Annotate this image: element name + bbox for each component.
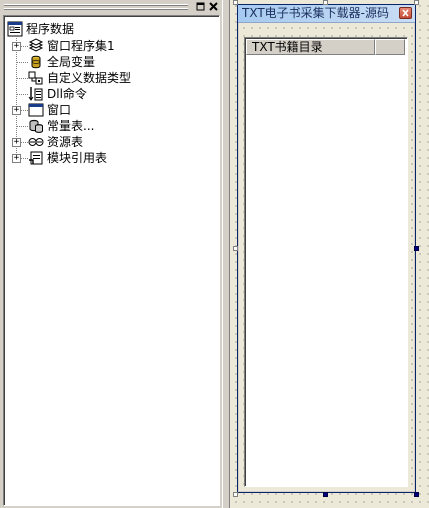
close-icon <box>209 2 218 11</box>
form-close-button[interactable] <box>399 7 412 19</box>
resize-handle[interactable] <box>414 0 419 5</box>
book-listview[interactable]: TXT书籍目录 <box>244 37 408 487</box>
tree-item-label: 自定义数据类型 <box>47 71 132 85</box>
custom-type-icon <box>28 71 43 85</box>
program-tree[interactable]: 程序数据 + 窗口程序集1 全局变量 自定义数据类型 Dll命令 + 窗口 常量… <box>3 15 220 506</box>
tree-item-resource-table[interactable]: 资源表 <box>28 134 83 150</box>
tree-item-module-reference[interactable]: 模块引用表 <box>28 150 107 166</box>
designed-form-window[interactable]: TXT电子书采集下载器-源码 TXT书籍目录 <box>237 4 416 493</box>
close-button[interactable] <box>208 1 219 12</box>
resize-handle[interactable] <box>414 246 419 251</box>
constant-table-icon <box>29 119 43 133</box>
tree-item-constant-table[interactable]: 常量表... <box>28 118 94 134</box>
expand-toggle[interactable]: + <box>12 106 21 115</box>
form-titlebar[interactable]: TXT电子书采集下载器-源码 <box>238 5 415 23</box>
tree-item-window[interactable]: 窗口 <box>28 102 71 118</box>
restore-icon <box>196 2 205 11</box>
program-tree-panel: 程序数据 + 窗口程序集1 全局变量 自定义数据类型 Dll命令 + 窗口 常量… <box>0 0 222 508</box>
tree-item-custom-type[interactable]: 自定义数据类型 <box>28 70 131 86</box>
resize-handle[interactable] <box>414 492 419 497</box>
resource-table-icon <box>28 138 44 146</box>
module-reference-icon <box>29 151 43 165</box>
tree-item-label: 常量表... <box>47 119 95 133</box>
tree-connector <box>20 110 28 111</box>
ide-workspace: 程序数据 + 窗口程序集1 全局变量 自定义数据类型 Dll命令 + 窗口 常量… <box>0 0 429 508</box>
tree-connector <box>20 46 28 47</box>
dll-command-icon <box>28 87 43 101</box>
resize-handle[interactable] <box>233 246 238 251</box>
close-icon <box>402 9 409 17</box>
panel-splitter[interactable] <box>222 0 230 508</box>
tree-connector <box>16 94 28 95</box>
resize-handle[interactable] <box>233 492 238 497</box>
tree-item-label: 窗口 <box>47 103 72 117</box>
assembly-icon <box>28 38 44 52</box>
tree-root[interactable]: 程序数据 <box>7 21 74 37</box>
tree-item-label: 模块引用表 <box>47 151 108 165</box>
tree-item-label: Dll命令 <box>47 87 87 101</box>
panel-grip[interactable] <box>4 4 188 6</box>
tree-root-label: 程序数据 <box>26 22 75 36</box>
tree-connector <box>20 158 28 159</box>
form-designer-canvas[interactable]: TXT电子书采集下载器-源码 TXT书籍目录 <box>230 0 429 508</box>
tree-item-assembly[interactable]: 窗口程序集1 <box>28 38 115 54</box>
resize-handle[interactable] <box>233 0 238 5</box>
tree-item-global-variable[interactable]: 全局变量 <box>28 54 95 70</box>
expand-toggle[interactable]: + <box>12 154 21 163</box>
tree-connector <box>20 142 28 143</box>
panel-titlebar[interactable] <box>0 0 222 14</box>
program-data-icon <box>7 21 23 37</box>
tree-item-label: 窗口程序集1 <box>47 39 115 53</box>
resize-handle[interactable] <box>323 0 328 5</box>
tree-item-label: 资源表 <box>47 135 84 149</box>
column-header-empty[interactable] <box>375 39 405 55</box>
form-title: TXT电子书采集下载器-源码 <box>242 6 390 20</box>
tree-connector <box>16 78 28 79</box>
restore-button[interactable] <box>195 1 206 12</box>
tree-item-label: 全局变量 <box>47 55 96 69</box>
window-icon <box>28 103 44 117</box>
listview-header: TXT书籍目录 <box>246 39 405 55</box>
form-client-area[interactable]: TXT书籍目录 <box>239 23 414 491</box>
expand-toggle[interactable]: + <box>12 42 21 51</box>
expand-toggle[interactable]: + <box>12 138 21 147</box>
global-variable-icon <box>31 55 41 69</box>
column-header-book-directory[interactable]: TXT书籍目录 <box>246 39 375 55</box>
panel-grip[interactable] <box>4 8 188 10</box>
resize-handle[interactable] <box>323 492 328 497</box>
tree-connector <box>16 62 28 63</box>
tree-item-dll-command[interactable]: Dll命令 <box>28 86 87 102</box>
tree-connector <box>16 126 28 127</box>
